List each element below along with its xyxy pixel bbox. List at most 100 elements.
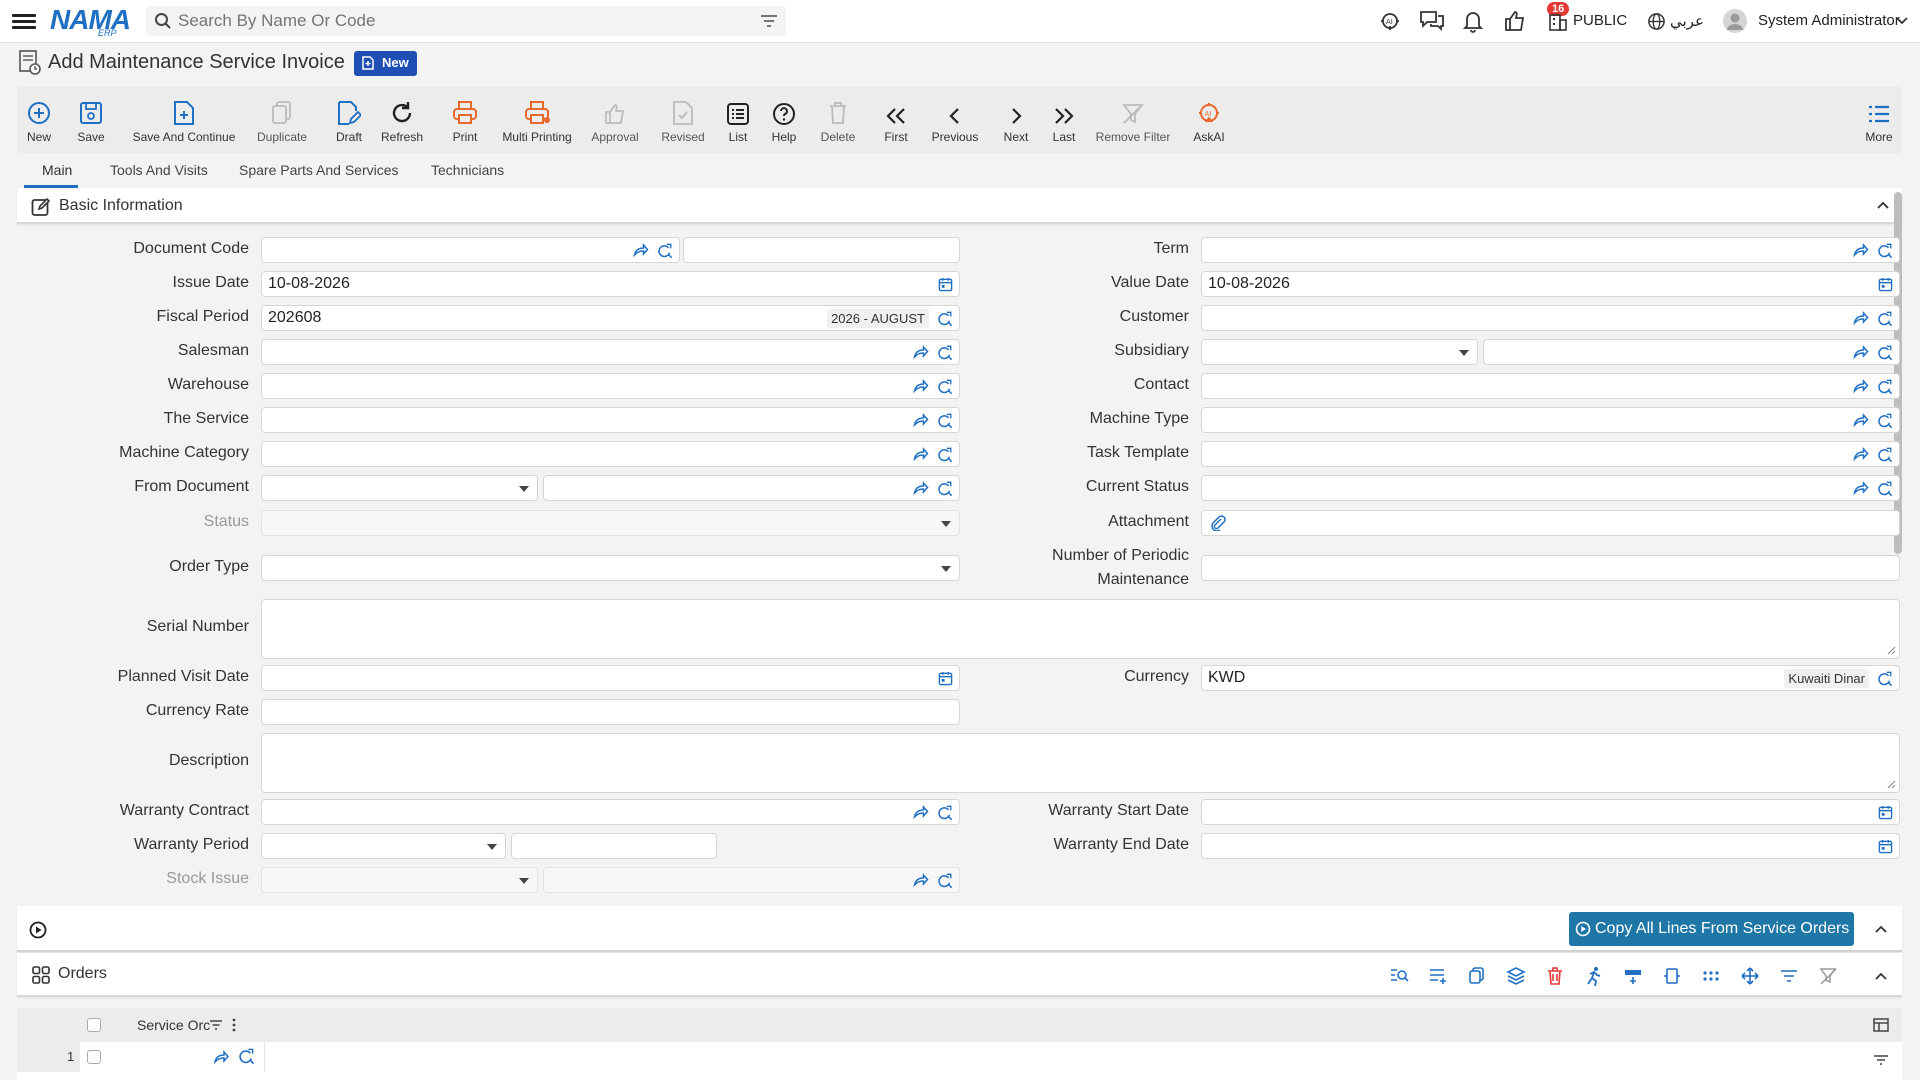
share-arrow-icon[interactable] [912,805,929,819]
multi-printing-button[interactable]: Multi Printing [495,86,579,154]
share-arrow-icon[interactable] [912,413,929,427]
lookup-icon[interactable] [937,873,953,889]
table-row[interactable]: 1 [17,1042,1902,1072]
dropdown-arrow-icon[interactable] [519,486,529,492]
from-document-select[interactable] [261,475,538,501]
the-service-field[interactable] [261,407,960,433]
chevron-up-icon[interactable] [1874,971,1888,981]
tab-tools-and-visits[interactable]: Tools And Visits [110,162,208,178]
lookup-icon[interactable] [1877,413,1893,429]
table-settings-icon[interactable] [1873,1018,1889,1032]
lookup-icon[interactable] [1877,311,1893,327]
share-arrow-icon[interactable] [1852,379,1869,393]
chevron-up-icon[interactable] [1876,200,1890,210]
fiscal-period-field[interactable]: 202608 2026 - AUGUST [261,305,960,331]
bell-icon[interactable] [1462,9,1484,33]
currency-field[interactable]: KWD Kuwaiti Dinar [1201,665,1900,691]
select-all-checkbox[interactable] [87,1018,101,1032]
new-button[interactable]: New [21,86,57,154]
move-button[interactable] [1737,963,1763,989]
attachment-field[interactable] [1201,510,1900,536]
run-button[interactable] [1581,963,1607,989]
lookup-icon[interactable] [1877,243,1893,259]
thumbs-up-icon[interactable] [1503,9,1527,33]
paperclip-icon[interactable] [1210,515,1226,532]
lookup-icon[interactable] [937,481,953,497]
column-width-button[interactable] [1659,963,1685,989]
menu-icon[interactable] [12,11,36,31]
subsidiary-field[interactable] [1483,339,1900,365]
warranty-end-date-field[interactable] [1201,833,1900,859]
lookup-icon[interactable] [1877,671,1893,687]
from-document-field[interactable] [543,475,960,501]
share-arrow-icon[interactable] [1852,243,1869,257]
share-arrow-icon[interactable] [632,243,649,257]
grid-filter-icon[interactable] [1873,1054,1889,1066]
first-button[interactable]: First [879,86,913,154]
share-arrow-icon[interactable] [1852,481,1869,495]
warehouse-field[interactable] [261,373,960,399]
ai-assistant-icon[interactable]: AI [1378,9,1402,33]
share-arrow-icon[interactable] [213,1050,229,1064]
layers-button[interactable] [1503,963,1529,989]
calendar-icon[interactable] [1878,805,1893,820]
machine-category-field[interactable] [261,441,960,467]
clear-filter-button[interactable] [1815,963,1841,989]
description-textarea[interactable] [261,733,1900,793]
resize-handle-icon[interactable] [1887,780,1896,789]
contact-field[interactable] [1201,373,1900,399]
warranty-period-value-field[interactable] [511,833,717,859]
lookup-icon[interactable] [1877,379,1893,395]
stock-issue-field[interactable] [543,867,960,893]
play-circle-icon[interactable] [29,921,47,939]
document-code-name-field[interactable] [683,237,960,263]
column-filter-icon[interactable] [209,1019,223,1031]
last-button[interactable]: Last [1047,86,1081,154]
lookup-icon[interactable] [1877,447,1893,463]
share-arrow-icon[interactable] [912,345,929,359]
dropdown-arrow-icon[interactable] [941,566,951,572]
stock-issue-select[interactable] [261,867,538,893]
resize-handle-icon[interactable] [1887,646,1896,655]
nama-logo[interactable]: NAMA ERP [50,4,131,38]
language-switch[interactable]: عربي [1670,12,1704,30]
next-button[interactable]: Next [999,86,1033,154]
document-code-field[interactable] [261,237,680,263]
term-field[interactable] [1201,237,1900,263]
tab-technicians[interactable]: Technicians [431,162,504,178]
lookup-icon[interactable] [937,805,953,821]
column-menu-icon[interactable] [231,1017,237,1033]
filter-lines-button[interactable] [1776,963,1802,989]
chevron-up-icon[interactable] [1874,924,1888,934]
warranty-contract-field[interactable] [261,799,960,825]
share-arrow-icon[interactable] [912,379,929,393]
askai-button[interactable]: AI AskAI [1189,86,1229,154]
dropdown-arrow-icon[interactable] [941,521,951,527]
basic-information-header[interactable]: Basic Information [17,188,1902,224]
share-arrow-icon[interactable] [912,447,929,461]
add-row-button[interactable] [1425,963,1451,989]
status-select[interactable] [261,510,960,536]
lookup-icon[interactable] [1877,345,1893,361]
copy-row-button[interactable] [1464,963,1490,989]
save-button[interactable]: Save [71,86,111,154]
insert-row-button[interactable] [1620,963,1646,989]
task-template-field[interactable] [1201,441,1900,467]
row-checkbox[interactable] [87,1050,101,1064]
calendar-icon[interactable] [938,277,953,292]
share-arrow-icon[interactable] [1852,413,1869,427]
user-name[interactable]: System Administrator [1758,12,1900,29]
lookup-icon[interactable] [937,447,953,463]
filter-icon[interactable] [760,13,778,29]
remove-filter-button[interactable]: Remove Filter [1091,86,1175,154]
list-button[interactable]: List [723,86,753,154]
approval-button[interactable]: Approval [585,86,645,154]
share-arrow-icon[interactable] [1852,345,1869,359]
revised-button[interactable]: Revised [655,86,711,154]
tab-spare-parts-and-services[interactable]: Spare Parts And Services [239,162,399,178]
dropdown-arrow-icon[interactable] [1459,350,1469,356]
currency-rate-field[interactable] [261,699,960,725]
value-date-field[interactable]: 10-08-2026 [1201,271,1900,297]
share-arrow-icon[interactable] [1852,447,1869,461]
serial-number-textarea[interactable] [261,599,1900,659]
